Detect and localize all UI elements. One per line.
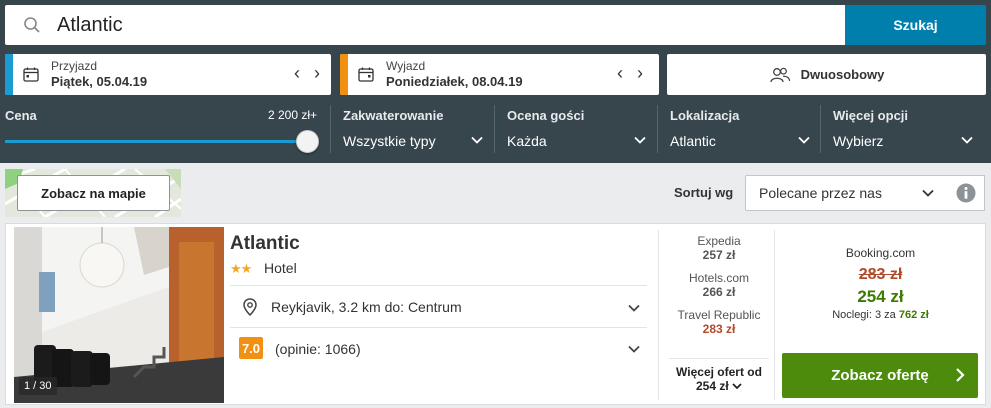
checkin-accent: [5, 54, 13, 95]
calendar-icon: [358, 67, 374, 82]
photo-counter: 1 / 30: [19, 377, 57, 395]
offer-item[interactable]: Hotels.com 266 zł: [664, 271, 774, 299]
chevron-down-icon: [628, 304, 640, 312]
checkin-label: Przyjazd: [51, 59, 98, 73]
offer-provider: Expedia: [697, 234, 741, 248]
location-row[interactable]: Reykjavik, 3.2 km do: Centrum: [230, 288, 647, 328]
nights-summary: Noclegi: 3 za 762 zł: [783, 309, 978, 321]
hotel-name[interactable]: Atlantic: [230, 233, 300, 255]
offer-price: 266 zł: [702, 285, 736, 299]
search-button[interactable]: Szukaj: [845, 5, 986, 45]
price-max-value: 2 200 zł+: [268, 108, 318, 122]
view-offer-label: Zobacz ofertę: [831, 367, 929, 384]
more-offers-label: Więcej ofert od: [676, 365, 762, 379]
chevron-down-icon[interactable]: [470, 133, 484, 147]
chevron-down-icon[interactable]: [633, 133, 647, 147]
chevron-right-icon: [956, 368, 965, 382]
location-filter-value[interactable]: Atlantic: [670, 133, 716, 149]
more-offers-price: 254 zł: [695, 379, 729, 393]
nights-prefix: Noclegi: 3 za: [832, 309, 899, 321]
sort-select[interactable]: Polecane przez nas: [745, 175, 948, 211]
divider: [230, 327, 647, 328]
sort-label: Sortuj wg: [674, 185, 734, 200]
checkin-value: Piątek, 05.04.19: [51, 74, 148, 89]
sort-info-button[interactable]: [947, 175, 985, 211]
map-pin-icon: [243, 298, 257, 316]
chevron-down-icon[interactable]: [960, 133, 974, 147]
guest-rating-filter-label: Ocena gości: [507, 108, 585, 123]
hotel-photo[interactable]: 1 / 30: [14, 227, 224, 403]
search-icon: [24, 17, 40, 33]
checkout-accent: [340, 54, 348, 95]
chevron-down-icon: [628, 345, 640, 353]
info-icon: [956, 183, 975, 203]
room-label: Dwuosobowy: [800, 67, 885, 82]
price-slider-handle[interactable]: [296, 130, 319, 153]
checkout-field[interactable]: Wyjazd Poniedziałek, 08.04.19 ‹ ›: [340, 54, 659, 95]
more-offers-link[interactable]: Więcej ofert od 254 zł: [664, 365, 774, 393]
checkin-next-icon[interactable]: ›: [308, 63, 326, 83]
search-input[interactable]: [57, 5, 827, 45]
best-offer-price: 254 zł: [857, 287, 904, 306]
divider: [657, 105, 658, 153]
view-map-button[interactable]: Zobacz na mapie: [17, 175, 170, 211]
divider: [669, 358, 769, 359]
rating-row[interactable]: 7.0 (opinie: 1066): [230, 329, 647, 369]
search-box[interactable]: [5, 5, 845, 45]
more-options-filter-value[interactable]: Wybierz: [833, 133, 883, 149]
chevron-down-icon: [732, 383, 742, 390]
offer-provider: Travel Republic: [677, 308, 761, 322]
view-offer-button[interactable]: Zobacz ofertę: [782, 353, 978, 398]
hotel-type: Hotel: [264, 260, 297, 276]
nights-total: 762 zł: [898, 309, 929, 321]
checkout-label: Wyjazd: [386, 59, 426, 73]
more-options-filter-label: Więcej opcji: [833, 108, 909, 123]
offer-provider: Hotels.com: [688, 271, 750, 285]
chevron-down-icon: [922, 189, 934, 197]
best-offer: Booking.com 283 zł 254 zł Noclegi: 3 za …: [783, 246, 978, 321]
offer-price: 257 zł: [702, 248, 736, 262]
divider: [330, 105, 331, 153]
users-icon: [769, 67, 790, 82]
divider: [774, 230, 775, 400]
checkout-next-icon[interactable]: ›: [631, 63, 649, 83]
rating-badge: 7.0: [239, 337, 263, 359]
reviews-count: (opinie: 1066): [275, 341, 361, 357]
divider: [658, 230, 659, 400]
offer-price: 283 zł: [702, 322, 736, 336]
guest-rating-filter-value[interactable]: Każda: [507, 133, 547, 149]
best-offer-old-price: 283 zł: [858, 266, 903, 283]
checkout-prev-icon[interactable]: ‹: [611, 63, 629, 83]
accommodation-filter-label: Zakwaterowanie: [343, 108, 444, 123]
offers-list: Expedia 257 zł Hotels.com 266 zł Travel …: [664, 234, 774, 345]
best-offer-provider: Booking.com: [845, 246, 916, 260]
star-rating: ★★: [230, 261, 252, 276]
sort-value: Polecane przez nas: [759, 185, 882, 201]
offer-item[interactable]: Expedia 257 zł: [664, 234, 774, 262]
calendar-icon: [23, 67, 39, 82]
price-slider-track[interactable]: [5, 140, 305, 143]
price-filter-label: Cena: [5, 108, 37, 123]
checkin-prev-icon[interactable]: ‹: [288, 63, 306, 83]
hotel-card: 1 / 30 Atlantic ★★ Hotel Reykjavik, 3.2 …: [5, 223, 986, 405]
more-offers-price-row: 254 zł: [664, 379, 774, 393]
location-text: Reykjavik, 3.2 km do: Centrum: [271, 299, 462, 315]
chevron-down-icon[interactable]: [797, 133, 811, 147]
offer-item[interactable]: Travel Republic 283 zł: [664, 308, 774, 336]
divider: [230, 285, 647, 286]
accommodation-filter-value[interactable]: Wszystkie typy: [343, 133, 436, 149]
checkout-value: Poniedziałek, 08.04.19: [386, 74, 523, 89]
room-selector[interactable]: Dwuosobowy: [667, 54, 986, 95]
divider: [494, 105, 495, 153]
divider: [820, 105, 821, 153]
checkin-field[interactable]: Przyjazd Piątek, 05.04.19 ‹ ›: [5, 54, 331, 95]
location-filter-label: Lokalizacja: [670, 108, 740, 123]
